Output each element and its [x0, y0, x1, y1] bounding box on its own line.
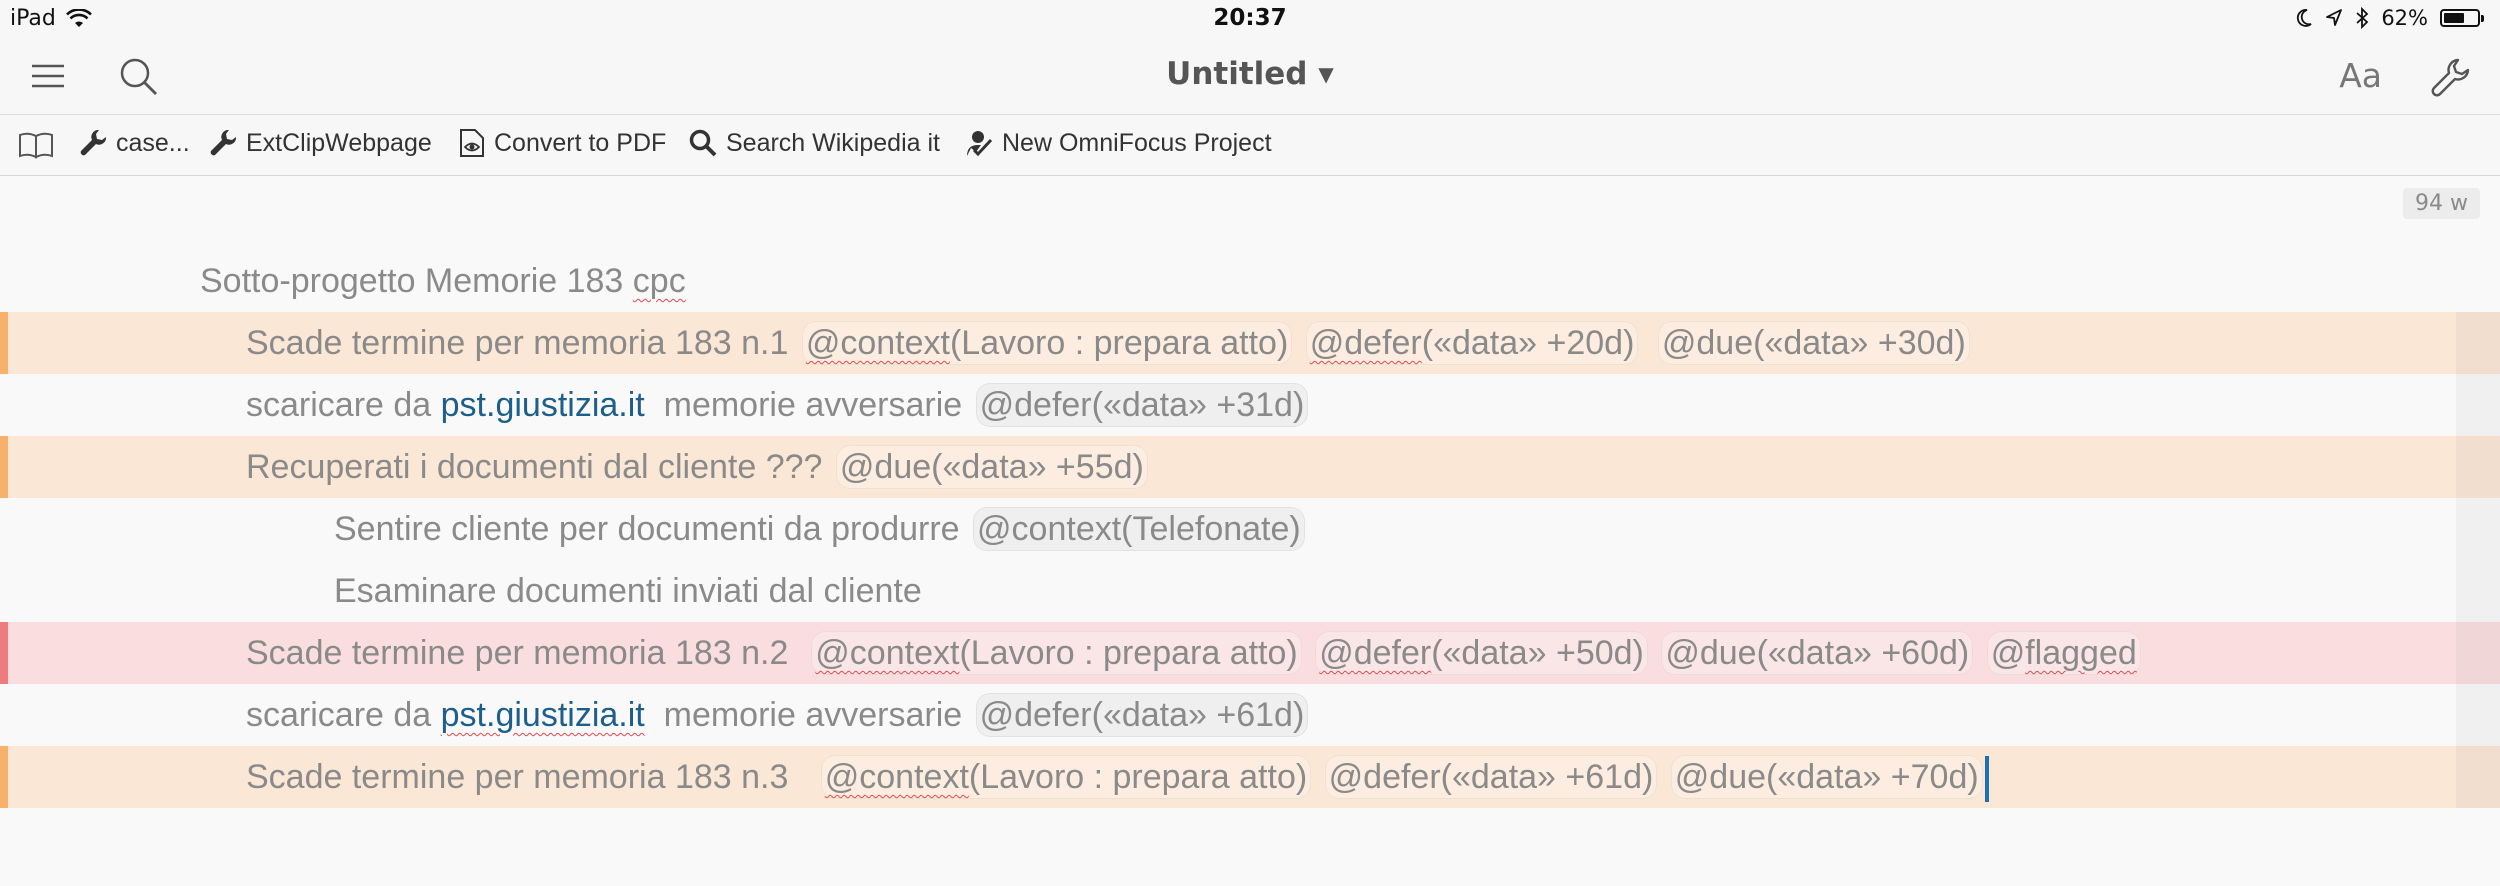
row-gutter [2456, 746, 2500, 808]
task-text: memorie avversarie [644, 386, 963, 424]
task-text: Scade termine per memoria 183 n.3 [246, 758, 808, 796]
toolbar-item-case[interactable]: case... [78, 128, 190, 158]
row-gutter [2456, 622, 2500, 684]
flag-marker [0, 622, 8, 684]
row-gutter [2456, 312, 2500, 374]
context-tag[interactable]: @context(Telefonate) [973, 507, 1305, 551]
task-row[interactable]: scaricare da pst.giustizia.it memorie av… [0, 374, 2500, 436]
wrench-icon[interactable] [2428, 54, 2474, 100]
due-marker [0, 436, 8, 498]
task-row[interactable]: Recuperati i documenti dal cliente ??? @… [0, 436, 2500, 498]
row-gutter [2456, 498, 2500, 560]
defer-tag[interactable]: @defer(«data» +20d) [1305, 321, 1639, 365]
document-eye-icon [460, 129, 484, 157]
context-tag[interactable]: @context(Lavoro : prepara atto) [811, 631, 1302, 675]
line-text: Sotto-progetto Memorie 183 [200, 262, 633, 300]
project-heading[interactable]: Sotto-progetto Memorie 183 cpc [0, 250, 2500, 312]
font-settings-button[interactable]: Aa [2339, 56, 2382, 95]
task-row-flagged[interactable]: Scade termine per memoria 183 n.2 @conte… [0, 622, 2500, 684]
defer-tag[interactable]: @defer(«data» +31d) [975, 383, 1309, 427]
shortcuts-toolbar: case... ExtClipWebpage Convert to PDF Se… [0, 115, 2500, 176]
book-icon[interactable] [18, 131, 54, 159]
defer-tag[interactable]: @defer(«data» +61d) [1324, 755, 1658, 799]
task-row[interactable]: Scade termine per memoria 183 n.1 @conte… [0, 312, 2500, 374]
context-tag[interactable]: @context(Lavoro : prepara atto) [801, 321, 1293, 365]
task-text: Esaminare documenti inviati dal cliente [334, 572, 922, 610]
link[interactable]: pst.giustizia.it [441, 696, 645, 734]
task-text: Scade termine per memoria 183 n.1 [246, 324, 789, 362]
wrench-icon [80, 129, 107, 156]
toolbar-item-label: Convert to PDF [494, 128, 667, 157]
status-bar: iPad 20:37 62% [0, 0, 2500, 40]
bluetooth-icon [2356, 7, 2369, 29]
task-text: scaricare da [246, 696, 441, 734]
nav-bar: Untitled ▾ Aa [0, 40, 2500, 115]
subtask-row[interactable]: Esaminare documenti inviati dal cliente [0, 560, 2500, 622]
line-text: cpc [632, 262, 686, 300]
task-row[interactable]: Scade termine per memoria 183 n.3 @conte… [0, 746, 2500, 808]
due-marker [0, 746, 8, 808]
word-count-badge[interactable]: 94 w [2403, 188, 2480, 219]
omnifocus-icon [967, 131, 993, 157]
toolbar-item-label: case... [116, 128, 190, 157]
context-tag[interactable]: @context(Lavoro : prepara atto) [820, 755, 1312, 799]
row-gutter [2456, 374, 2500, 436]
toolbar-item-extclipwebpage[interactable]: ExtClipWebpage [208, 128, 432, 158]
row-gutter [2456, 436, 2500, 498]
status-right: 62% [2295, 6, 2484, 30]
subtask-row[interactable]: Sentire cliente per documenti da produrr… [0, 498, 2500, 560]
task-text: scaricare da [246, 386, 441, 424]
task-text: Scade termine per memoria 183 n.2 [246, 634, 798, 672]
task-row[interactable]: scaricare da pst.giustizia.it memorie av… [0, 684, 2500, 746]
task-text: memorie avversarie [644, 696, 963, 734]
due-tag[interactable]: @due(«data» +30d) [1657, 321, 1970, 365]
defer-tag[interactable]: @defer(«data» +61d) [975, 693, 1309, 737]
row-gutter [2456, 560, 2500, 622]
location-icon [2326, 9, 2343, 26]
document-title[interactable]: Untitled ▾ [0, 56, 2500, 92]
due-tag[interactable]: @due(«data» +70d) [1670, 755, 1983, 799]
toolbar-item-convert-pdf[interactable]: Convert to PDF [458, 128, 666, 158]
toolbar-item-label: New OmniFocus Project [1002, 128, 1272, 157]
editor[interactable]: Sotto-progetto Memorie 183 cpc Scade ter… [0, 250, 2500, 808]
toolbar-item-label: Search Wikipedia it [726, 128, 940, 157]
defer-tag[interactable]: @defer(«data» +50d) [1315, 631, 1648, 675]
battery-level [2444, 13, 2464, 23]
battery-icon [2440, 9, 2484, 27]
toolbar-item-label: ExtClipWebpage [246, 128, 432, 157]
search-icon [689, 129, 717, 157]
link[interactable]: pst.giustizia.it [441, 386, 645, 424]
wrench-icon [210, 129, 237, 156]
due-marker [0, 312, 8, 374]
text-cursor [1984, 756, 1989, 803]
battery-percent: 62% [2381, 6, 2428, 30]
clock: 20:37 [1213, 5, 1287, 31]
toolbar-item-omnifocus[interactable]: New OmniFocus Project [964, 128, 1272, 158]
moon-icon [2297, 9, 2312, 27]
flagged-tag[interactable]: @flagged [1986, 631, 2141, 675]
due-tag[interactable]: @due(«data» +55d) [835, 445, 1148, 489]
row-gutter [2456, 684, 2500, 746]
task-text: Recuperati i documenti dal cliente ??? [246, 448, 823, 486]
task-text: Sentire cliente per documenti da produrr… [334, 510, 960, 548]
due-tag[interactable]: @due(«data» +60d) [1661, 631, 1974, 675]
toolbar-item-search-wikipedia[interactable]: Search Wikipedia it [688, 128, 940, 158]
